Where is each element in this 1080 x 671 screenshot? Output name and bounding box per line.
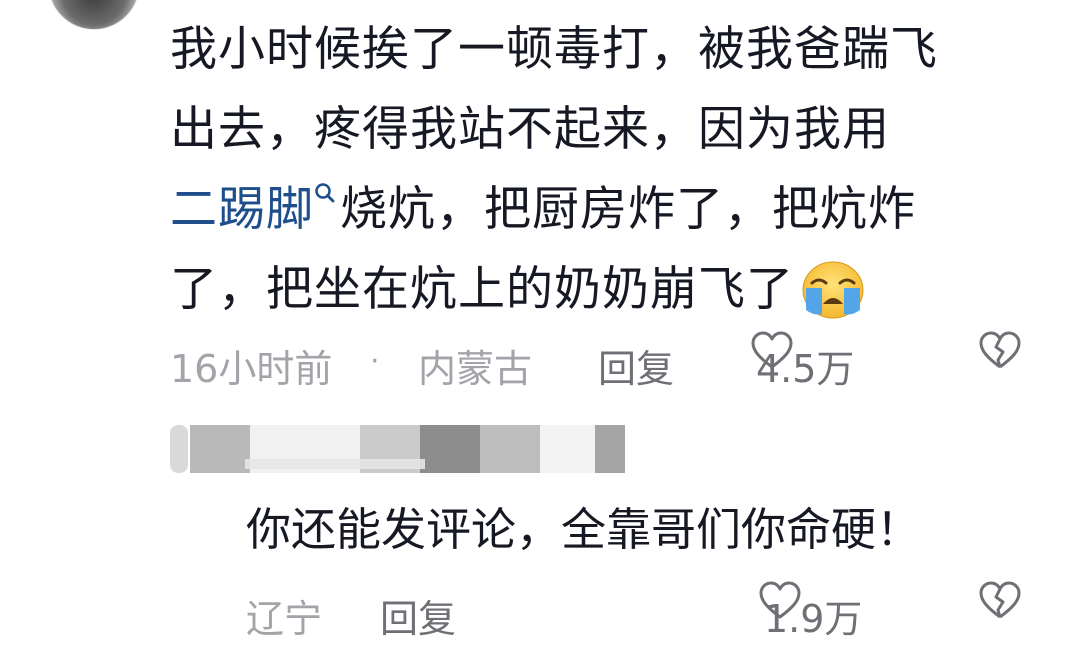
comment-meta: 16小时前 · 内蒙古 回复 4.5万 [170, 330, 1040, 393]
dislike-button[interactable] [978, 580, 1022, 620]
dislike-button[interactable] [978, 330, 1022, 370]
like-button[interactable]: 4.5万 [750, 330, 854, 391]
like-count: 1.9万 [764, 597, 863, 641]
crying-face-emoji [802, 261, 864, 318]
comment-time: 16小时前 [170, 347, 333, 391]
broken-heart-icon [979, 581, 1021, 619]
comment-line-4-text: 了，把坐在炕上的奶奶崩飞了 [170, 262, 794, 317]
reply-meta: 辽宁 回复 1.9万 [246, 580, 1040, 643]
blurred-username[interactable] [170, 425, 625, 473]
comment-location: 内蒙古 [418, 347, 533, 391]
avatar[interactable] [48, 0, 140, 30]
comment-line-3-text: 烧炕，把厨房炸了，把炕炸 [340, 182, 916, 237]
search-icon[interactable] [314, 182, 336, 208]
search-link[interactable]: 二踢脚 [170, 182, 314, 237]
comment-text: 我小时候挨了一顿毒打，被我爸踹飞 出去，疼得我站不起来，因为我用 二踢脚 烧炕，把… [170, 10, 990, 330]
comment-line-2: 出去，疼得我站不起来，因为我用 [170, 102, 890, 157]
comment-line-4: 了，把坐在炕上的奶奶崩飞了 [170, 250, 990, 330]
like-button[interactable]: 1.9万 [758, 580, 862, 641]
comment-line-1: 我小时候挨了一顿毒打，被我爸踹飞 [170, 22, 938, 77]
reply-text: 你还能发评论，全靠哥们你命硬！ [246, 503, 922, 556]
like-count: 4.5万 [756, 347, 855, 391]
reply-button[interactable]: 回复 [598, 338, 674, 393]
broken-heart-icon [979, 331, 1021, 369]
comment-line-3: 二踢脚 烧炕，把厨房炸了，把炕炸 [170, 170, 990, 250]
reply-button[interactable]: 回复 [380, 588, 456, 643]
reply-location: 辽宁 [246, 597, 323, 641]
separator-dot: · [370, 344, 380, 379]
